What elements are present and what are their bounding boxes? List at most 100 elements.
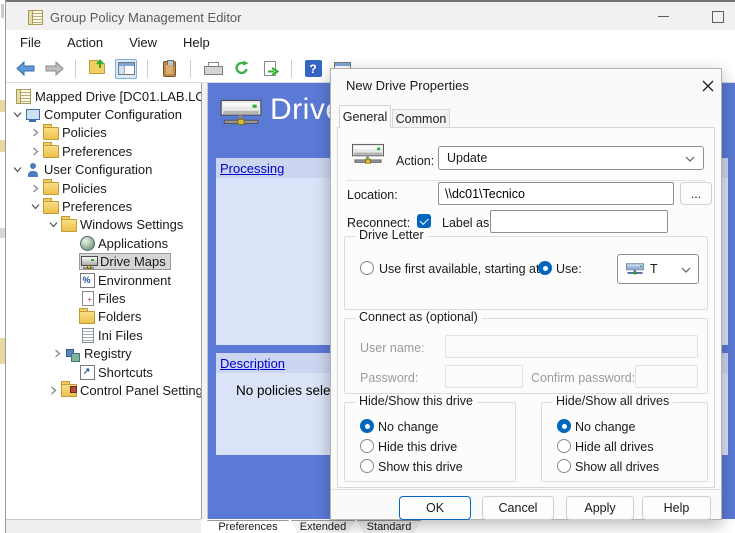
export-list-icon[interactable] <box>259 59 281 79</box>
reconnect-checkbox[interactable] <box>417 214 431 228</box>
tree-item-applications[interactable]: Applications <box>6 234 201 252</box>
show-all-drives-radio[interactable] <box>557 459 571 473</box>
apply-button[interactable]: Apply <box>566 496 634 520</box>
ok-button[interactable]: OK <box>399 496 471 520</box>
hide-all-drives-radio[interactable] <box>557 439 571 453</box>
chevron-down-icon[interactable] <box>10 163 25 177</box>
dialog-title: New Drive Properties <box>346 78 469 93</box>
chevron-right-icon[interactable] <box>28 181 43 195</box>
chevron-down-icon[interactable] <box>10 108 25 122</box>
general-tab-page: Action: Update Location: ... Reconnect: … <box>337 127 715 488</box>
tab-preferences[interactable]: Preferences <box>207 520 289 533</box>
close-icon[interactable] <box>697 76 719 96</box>
tree-item-preferences-user[interactable]: Preferences <box>6 197 201 215</box>
drive-letter-select[interactable]: T <box>617 254 699 284</box>
minimize-button[interactable] <box>658 16 669 17</box>
drive-icon <box>625 261 645 278</box>
this-no-change-label: No change <box>378 420 438 434</box>
tree-item-folders[interactable]: Folders <box>6 308 201 326</box>
forward-icon[interactable] <box>43 59 65 79</box>
tree-item-windows-settings[interactable]: Windows Settings <box>6 216 201 234</box>
tab-common[interactable]: Common <box>392 109 450 128</box>
environment-icon: % <box>79 273 95 287</box>
show-all-drives-label: Show all drives <box>575 460 659 474</box>
location-input[interactable] <box>438 182 674 205</box>
action-label: Action: <box>396 154 434 168</box>
tab-extended[interactable]: Extended <box>291 520 355 533</box>
separator <box>346 180 706 181</box>
show-this-drive-label: Show this drive <box>378 460 463 474</box>
chevron-right-icon[interactable] <box>28 126 43 140</box>
ini-files-icon <box>79 328 95 342</box>
tree-item-policies-user[interactable]: Policies <box>6 179 201 197</box>
tree-item-ini-files[interactable]: Ini Files <box>6 326 201 344</box>
refresh-icon[interactable] <box>230 59 252 79</box>
user-icon <box>25 163 41 177</box>
title-bar[interactable]: Group Policy Management Editor <box>6 0 735 30</box>
drive-letter-group: Drive Letter Use first available, starti… <box>344 236 708 310</box>
use-first-available-radio[interactable] <box>360 261 374 275</box>
tab-general[interactable]: General <box>339 105 391 128</box>
tree-item-files[interactable]: + Files <box>6 289 201 307</box>
tree-item-drive-maps[interactable]: Drive Maps <box>6 253 201 271</box>
chevron-down-icon[interactable] <box>28 200 43 214</box>
use-label: Use: <box>556 262 582 276</box>
show-this-drive-radio[interactable] <box>360 459 374 473</box>
tree-item-shortcuts[interactable]: ↗ Shortcuts <box>6 363 201 381</box>
use-radio[interactable] <box>538 261 552 275</box>
label-as-input[interactable] <box>490 210 668 233</box>
background-fragment <box>1 4 4 18</box>
chevron-down-icon[interactable] <box>46 218 61 232</box>
shortcuts-icon: ↗ <box>79 365 95 379</box>
toolbar-separator <box>190 60 191 78</box>
browse-button[interactable]: ... <box>680 182 712 205</box>
console-tree: Mapped Drive [DC01.LAB.LOCA Computer Con… <box>6 83 201 519</box>
tree-item-control-panel-settings[interactable]: Control Panel Setting <box>6 381 201 399</box>
back-icon[interactable] <box>14 59 36 79</box>
tree-item-computer-configuration[interactable]: Computer Configuration <box>6 105 201 123</box>
menu-action[interactable]: Action <box>63 33 107 52</box>
chevron-right-icon[interactable] <box>50 347 65 361</box>
confirm-password-input <box>635 365 698 388</box>
button-separator <box>331 489 721 490</box>
menu-help[interactable]: Help <box>179 33 214 52</box>
tree-item-user-configuration[interactable]: User Configuration <box>6 161 201 179</box>
processing-link[interactable]: Processing <box>220 161 284 176</box>
up-one-level-icon[interactable] <box>86 59 108 79</box>
tree-item-preferences[interactable]: Preferences <box>6 142 201 160</box>
hide-this-drive-radio[interactable] <box>360 439 374 453</box>
chevron-down-icon <box>681 262 691 276</box>
tree-item-registry[interactable]: Registry <box>6 344 201 362</box>
this-no-change-radio[interactable] <box>360 419 374 433</box>
password-input <box>445 365 523 388</box>
folder-icon <box>43 200 59 214</box>
help-button[interactable]: Help <box>642 496 711 520</box>
tree-item-root[interactable]: Mapped Drive [DC01.LAB.LOCA <box>6 87 201 105</box>
tree-item-environment[interactable]: % Environment <box>6 271 201 289</box>
print-icon[interactable] <box>201 59 223 79</box>
gpo-scroll-icon <box>28 10 44 24</box>
action-select[interactable]: Update <box>438 146 704 170</box>
show-console-tree-icon[interactable] <box>115 59 137 79</box>
cancel-button[interactable]: Cancel <box>482 496 554 520</box>
tab-standard[interactable]: Standard <box>357 520 421 533</box>
chevron-right-icon[interactable] <box>28 144 43 158</box>
drive-letter-group-title: Drive Letter <box>355 228 428 242</box>
help-icon[interactable]: ? <box>302 59 324 79</box>
menu-file[interactable]: File <box>16 33 45 52</box>
hide-all-drives-label: Hide all drives <box>575 440 654 454</box>
menu-view[interactable]: View <box>125 33 161 52</box>
folder-icon <box>61 218 77 232</box>
maximize-button[interactable] <box>712 11 724 23</box>
folder-icon <box>43 181 59 195</box>
chevron-right-icon[interactable] <box>46 383 61 397</box>
description-link[interactable]: Description <box>220 356 285 371</box>
tree-item-policies[interactable]: Policies <box>6 124 201 142</box>
computer-icon <box>25 108 41 122</box>
action-value: Update <box>447 151 487 165</box>
tree-splitter[interactable] <box>201 83 208 519</box>
copy-clipboard-icon[interactable] <box>158 59 180 79</box>
label-as-label: Label as: <box>442 216 493 230</box>
registry-icon <box>65 347 81 361</box>
all-no-change-radio[interactable] <box>557 419 571 433</box>
